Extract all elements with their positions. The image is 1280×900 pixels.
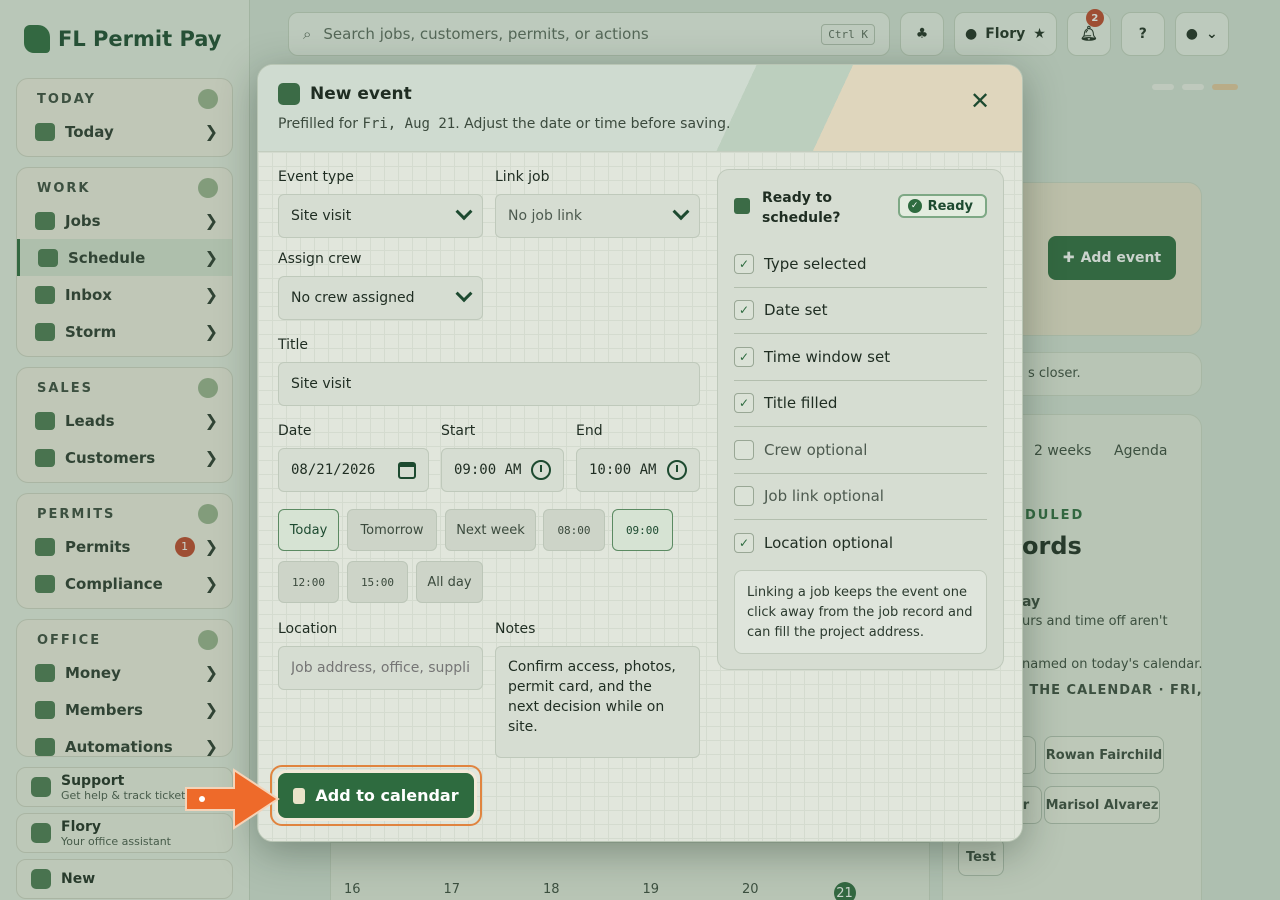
location-input[interactable] <box>278 646 483 690</box>
add-to-calendar-label: Add to calendar <box>315 786 459 805</box>
assign-crew-label: Assign crew <box>278 251 362 267</box>
check-job-link-optional: Job link optional <box>734 474 987 520</box>
checkbox-checked-icon: ✓ <box>734 300 754 321</box>
check-label: Job link optional <box>764 487 884 506</box>
check-circle-icon: ✓ <box>907 199 922 213</box>
date-value: 08/21/2026 <box>291 462 376 478</box>
event-icon <box>278 83 300 105</box>
check-crew-optional: Crew optional <box>734 427 987 474</box>
check-label: Date set <box>764 301 828 320</box>
clock-icon[interactable] <box>531 460 551 480</box>
check-label: Title filled <box>764 394 838 413</box>
event-type-select[interactable]: Site visit <box>278 194 483 238</box>
notes-textarea[interactable]: Confirm access, photos, permit card, and… <box>495 646 700 758</box>
check-label: Location optional <box>764 534 894 553</box>
readiness-panel: Ready to schedule? ✓ Ready ✓ Type selected… <box>717 169 1004 670</box>
quick-next-week-button[interactable]: Next week <box>445 509 536 551</box>
subtitle-prefix: Prefilled for <box>278 116 363 132</box>
end-time-input[interactable]: 10:00 AM <box>576 448 700 492</box>
event-type-value: Site visit <box>291 208 352 224</box>
check-location-optional: ✓ Location optional <box>734 520 987 567</box>
quick-1500-button[interactable]: 15:00 <box>347 561 408 603</box>
date-input[interactable]: 08/21/2026 <box>278 448 429 492</box>
checkbox-empty-icon <box>734 439 754 460</box>
ready-status-badge: ✓ Ready <box>897 194 987 218</box>
end-value: 10:00 AM <box>589 462 657 478</box>
link-job-label: Link job <box>495 169 550 185</box>
new-event-dialog: New event Prefilled for Fri, Aug 21. Adj… <box>257 64 1023 842</box>
check-label: Crew optional <box>764 440 868 459</box>
assign-crew-select[interactable]: No crew assigned <box>278 276 483 320</box>
ready-badge-label: Ready <box>927 198 973 214</box>
title-label: Title <box>278 337 309 353</box>
check-label: Type selected <box>764 254 867 273</box>
end-label: End <box>576 423 603 439</box>
quick-0800-button[interactable]: 08:00 <box>543 509 605 551</box>
checkbox-checked-icon: ✓ <box>734 346 754 367</box>
checkbox-checked-icon: ✓ <box>734 393 754 414</box>
location-label: Location <box>278 621 338 637</box>
start-value: 09:00 AM <box>454 462 522 478</box>
event-type-label: Event type <box>278 169 354 185</box>
checkbox-checked-icon: ✓ <box>734 253 754 274</box>
quick-tomorrow-button[interactable]: Tomorrow <box>347 509 437 551</box>
chevron-down-icon <box>455 285 473 303</box>
quick-0900-button[interactable]: 09:00 <box>612 509 673 551</box>
date-label: Date <box>278 423 312 439</box>
readiness-tip: Linking a job keeps the event one click … <box>734 570 987 654</box>
quick-today-button[interactable]: Today <box>278 509 339 551</box>
title-input[interactable]: Site visit <box>278 362 700 406</box>
check-type-selected: ✓ Type selected <box>734 241 987 288</box>
check-date-set: ✓ Date set <box>734 288 987 334</box>
checkbox-checked-icon: ✓ <box>734 533 754 554</box>
dialog-subtitle: Prefilled for Fri, Aug 21. Adjust the da… <box>278 116 1002 132</box>
subtitle-suffix: . Adjust the date or time before saving. <box>455 116 731 132</box>
quick-1200-button[interactable]: 12:00 <box>278 561 339 603</box>
dialog-header: New event Prefilled for Fri, Aug 21. Adj… <box>258 65 1022 152</box>
start-time-input[interactable]: 09:00 AM <box>441 448 564 492</box>
start-label: Start <box>441 423 476 439</box>
readiness-checklist: ✓ Type selected ✓ Date set ✓ Time window se… <box>734 241 987 567</box>
quick-all-day-button[interactable]: All day <box>416 561 483 603</box>
close-button[interactable]: ✕ <box>968 87 992 115</box>
link-job-select[interactable]: No job link <box>495 194 700 238</box>
chevron-down-icon <box>672 203 690 221</box>
clock-icon[interactable] <box>667 460 687 480</box>
check-title-filled: ✓ Title filled <box>734 381 987 427</box>
clipboard-icon <box>734 198 750 214</box>
pointer-arrow-icon <box>185 768 280 830</box>
dialog-title: New event <box>310 84 412 104</box>
chevron-down-icon <box>455 203 473 221</box>
calendar-add-icon <box>293 787 306 804</box>
link-job-value: No job link <box>508 208 583 224</box>
title-value: Site visit <box>291 376 352 392</box>
checkbox-empty-icon <box>734 486 754 507</box>
check-label: Time window set <box>764 347 891 366</box>
notes-label: Notes <box>495 621 536 637</box>
readiness-title: Ready to schedule? <box>762 190 841 226</box>
assign-crew-value: No crew assigned <box>291 290 415 306</box>
add-to-calendar-highlight: Add to calendar <box>270 765 482 826</box>
add-to-calendar-button[interactable]: Add to calendar <box>278 773 474 818</box>
calendar-icon[interactable] <box>398 461 416 479</box>
check-time-window-set: ✓ Time window set <box>734 334 987 381</box>
subtitle-date: Fri, Aug 21 <box>362 116 456 132</box>
